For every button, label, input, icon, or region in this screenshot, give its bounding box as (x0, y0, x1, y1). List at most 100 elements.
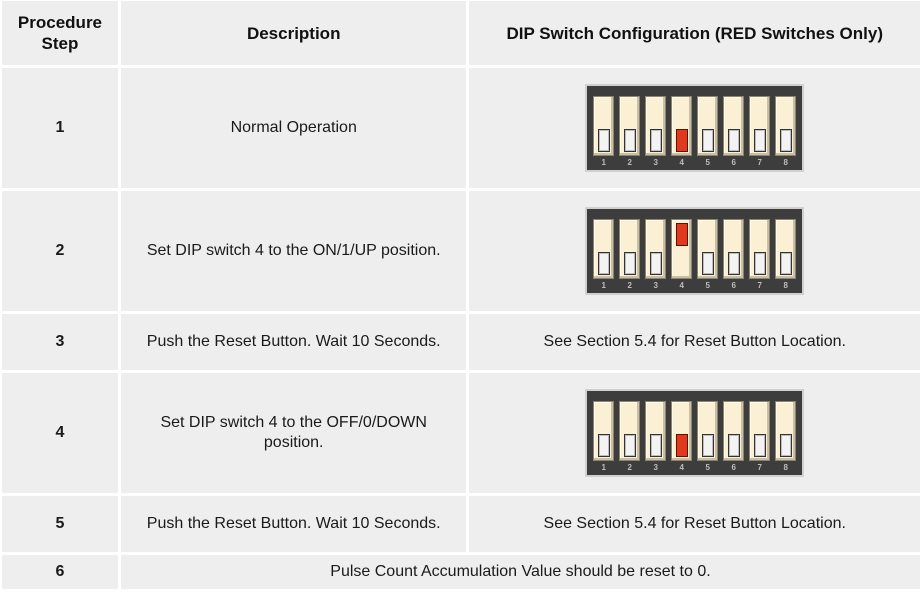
switch-number-label: 2 (627, 281, 632, 290)
dip-switch-diagram: 1 2 3 4 5 6 7 8 (585, 389, 805, 477)
table-row: 4 Set DIP switch 4 to the OFF/0/DOWN pos… (2, 373, 920, 493)
dip-switch-diagram: 1 2 3 4 5 6 7 8 (585, 207, 805, 295)
switch-knob (754, 252, 767, 275)
dip-switch-4: 4 (671, 96, 693, 167)
switch-number-label: 1 (601, 281, 606, 290)
red-switch-knob (676, 223, 689, 246)
switch-knob (780, 129, 793, 152)
switch-knob (754, 129, 767, 152)
step-number: 2 (2, 191, 118, 311)
step-description: Push the Reset Button. Wait 10 Seconds. (120, 496, 467, 552)
switch-knob (780, 434, 793, 457)
switch-number-label: 4 (679, 463, 684, 472)
switch-well (593, 219, 615, 279)
switch-number-label: 5 (705, 463, 710, 472)
red-switch-knob (676, 434, 689, 457)
switch-number-label: 2 (627, 158, 632, 167)
switch-well (593, 401, 615, 461)
switch-well (645, 96, 667, 156)
header-dip-config: DIP Switch Configuration (RED Switches O… (469, 1, 920, 65)
switch-knob (780, 252, 793, 275)
switch-knob (728, 252, 741, 275)
header-description: Description (120, 1, 467, 65)
switch-well (723, 401, 745, 461)
header-procedure-step: Procedure Step (2, 1, 118, 65)
switch-knob (702, 434, 715, 457)
step-description: Push the Reset Button. Wait 10 Seconds. (120, 314, 467, 370)
switch-knob (624, 129, 637, 152)
dip-switch-5: 5 (697, 219, 719, 290)
switch-number-label: 8 (783, 281, 788, 290)
dip-switch-3: 3 (645, 401, 667, 472)
dip-switch-2: 2 (619, 96, 641, 167)
procedure-table: Procedure Step Description DIP Switch Co… (0, 0, 922, 592)
switch-knob (624, 252, 637, 275)
dip-switch-2: 2 (619, 401, 641, 472)
dip-switch-1: 1 (593, 401, 615, 472)
switch-number-label: 3 (653, 463, 658, 472)
switch-well (749, 401, 771, 461)
switch-knob (728, 434, 741, 457)
dip-switch-5: 5 (697, 96, 719, 167)
switch-well (645, 401, 667, 461)
switch-number-label: 1 (601, 158, 606, 167)
switch-well (671, 401, 693, 461)
table-row: 1 Normal Operation 1 2 3 4 5 6 7 8 (2, 68, 920, 188)
switch-well (697, 401, 719, 461)
config-text: See Section 5.4 for Reset Button Locatio… (469, 314, 920, 370)
switch-knob (598, 252, 611, 275)
dip-switch-6: 6 (723, 219, 745, 290)
switch-well (619, 96, 641, 156)
dip-switch-5: 5 (697, 401, 719, 472)
dip-switch-6: 6 (723, 401, 745, 472)
red-switch-knob (676, 129, 689, 152)
switch-number-label: 6 (731, 463, 736, 472)
switch-well (749, 219, 771, 279)
dip-switch-1: 1 (593, 96, 615, 167)
switch-number-label: 8 (783, 158, 788, 167)
step-number: 6 (2, 555, 118, 589)
step-number: 1 (2, 68, 118, 188)
switch-well (671, 219, 693, 279)
switch-well (749, 96, 771, 156)
table-row: 6 Pulse Count Accumulation Value should … (2, 555, 920, 589)
switch-well (775, 401, 797, 461)
switch-well (619, 219, 641, 279)
table-row: 5 Push the Reset Button. Wait 10 Seconds… (2, 496, 920, 552)
switch-knob (624, 434, 637, 457)
switch-number-label: 5 (705, 281, 710, 290)
switch-number-label: 7 (757, 281, 762, 290)
switch-number-label: 7 (757, 463, 762, 472)
switch-knob (650, 129, 663, 152)
switch-well (645, 219, 667, 279)
header-row: Procedure Step Description DIP Switch Co… (2, 1, 920, 65)
table-row: 2 Set DIP switch 4 to the ON/1/UP positi… (2, 191, 920, 311)
switch-well (697, 96, 719, 156)
dip-switch-1: 1 (593, 219, 615, 290)
dip-config-cell: 1 2 3 4 5 6 7 8 (469, 373, 920, 493)
switch-number-label: 3 (653, 158, 658, 167)
switch-number-label: 8 (783, 463, 788, 472)
switch-number-label: 3 (653, 281, 658, 290)
step-number: 4 (2, 373, 118, 493)
dip-switch-8: 8 (775, 96, 797, 167)
switch-number-label: 4 (679, 158, 684, 167)
switch-knob (702, 252, 715, 275)
dip-config-cell: 1 2 3 4 5 6 7 8 (469, 68, 920, 188)
dip-switch-7: 7 (749, 219, 771, 290)
config-text: See Section 5.4 for Reset Button Locatio… (469, 496, 920, 552)
switch-knob (754, 434, 767, 457)
dip-switch-4: 4 (671, 219, 693, 290)
switch-well (619, 401, 641, 461)
switch-number-label: 5 (705, 158, 710, 167)
switch-well (593, 96, 615, 156)
switch-well (697, 219, 719, 279)
switch-number-label: 2 (627, 463, 632, 472)
switch-well (671, 96, 693, 156)
step-number: 5 (2, 496, 118, 552)
step-description: Set DIP switch 4 to the ON/1/UP position… (120, 191, 467, 311)
dip-switch-3: 3 (645, 219, 667, 290)
dip-switch-2: 2 (619, 219, 641, 290)
switch-knob (728, 129, 741, 152)
switch-well (723, 219, 745, 279)
